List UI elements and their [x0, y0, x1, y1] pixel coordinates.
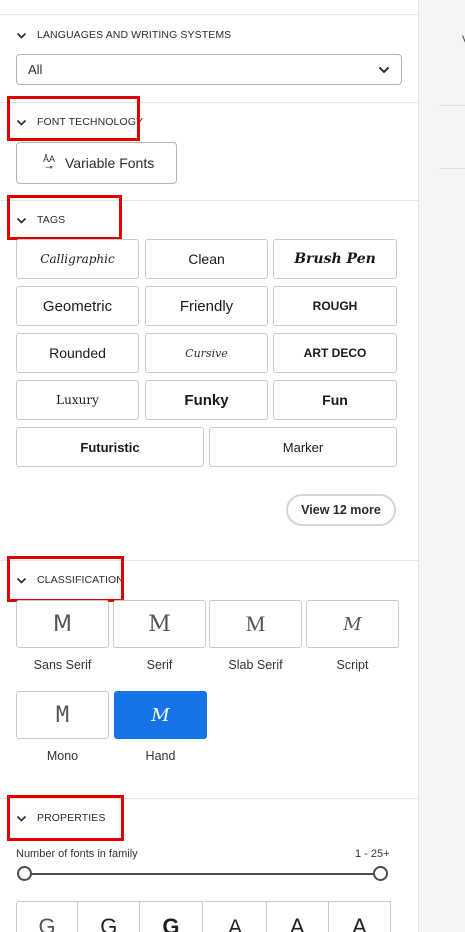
weight-option[interactable]: A: [204, 901, 267, 932]
variable-fonts-button[interactable]: ÅA ⊸ Variable Fonts: [16, 142, 177, 184]
classification-slab-serif[interactable]: M: [209, 600, 302, 648]
highlight-box: [7, 556, 124, 602]
chevron-down-icon: [378, 66, 390, 74]
highlight-box: [7, 195, 122, 240]
tag-luxury[interactable]: Luxury: [16, 380, 139, 420]
tag-geometric[interactable]: Geometric: [16, 286, 139, 326]
classification-label: Script: [336, 658, 369, 672]
tag-fun[interactable]: Fun: [273, 380, 397, 420]
weight-option[interactable]: A: [266, 901, 329, 932]
tag-clean[interactable]: Clean: [145, 239, 268, 279]
weight-option[interactable]: A: [328, 901, 392, 932]
tag-art-deco[interactable]: ART DECO: [273, 333, 397, 373]
classification-label: Hand: [145, 749, 176, 763]
tag-cursive[interactable]: Cursive: [145, 333, 268, 373]
classification-hand[interactable]: M: [114, 691, 207, 739]
tag-futuristic[interactable]: Futuristic: [16, 427, 204, 467]
divider: [439, 168, 465, 169]
classification-mono[interactable]: M: [16, 691, 109, 739]
highlight-box: [7, 96, 140, 141]
classification-label: Serif: [146, 658, 173, 672]
weight-option[interactable]: G: [140, 901, 203, 932]
classification-label: Mono: [46, 749, 79, 763]
fonts-in-family-label: Number of fonts in family: [16, 848, 138, 860]
highlight-box: [7, 795, 124, 841]
fonts-in-family-range: 1 - 25+: [355, 848, 390, 860]
languages-select[interactable]: All: [16, 54, 402, 85]
weight-options: G G G A A A: [16, 901, 392, 932]
classification-sans-serif[interactable]: M: [16, 600, 109, 648]
variable-font-icon: ÅA ⊸: [42, 154, 55, 172]
tag-rounded[interactable]: Rounded: [16, 333, 139, 373]
classification-label: Sans Serif: [33, 658, 92, 672]
classification-serif[interactable]: M: [113, 600, 206, 648]
languages-section-title: LANGUAGES AND WRITING SYSTEMS: [37, 29, 232, 41]
tag-marker[interactable]: Marker: [209, 427, 397, 467]
results-pane: V: [418, 0, 465, 932]
languages-section-header[interactable]: LANGUAGES AND WRITING SYSTEMS: [16, 27, 231, 43]
view-more-tags-button[interactable]: View 12 more: [286, 494, 396, 526]
divider: [439, 105, 465, 106]
tag-friendly[interactable]: Friendly: [145, 286, 268, 326]
classification-label: Slab Serif: [228, 658, 283, 672]
weight-option[interactable]: G: [78, 901, 141, 932]
weight-option[interactable]: G: [16, 901, 79, 932]
divider: [0, 14, 418, 15]
fonts-in-family-slider-track[interactable]: [24, 873, 381, 875]
tag-funky[interactable]: Funky: [145, 380, 268, 420]
tag-brush-pen[interactable]: Brush Pen: [273, 239, 397, 279]
classification-script[interactable]: M: [306, 600, 399, 648]
slider-min-handle[interactable]: [17, 866, 32, 881]
variable-fonts-label: Variable Fonts: [65, 155, 155, 171]
tag-rough[interactable]: ROUGH: [273, 286, 397, 326]
filter-panel: LANGUAGES AND WRITING SYSTEMS All FONT T…: [0, 0, 418, 932]
tag-calligraphic[interactable]: Calligraphic: [16, 239, 139, 279]
languages-select-value: All: [28, 62, 43, 77]
slider-max-handle[interactable]: [373, 866, 388, 881]
chevron-down-icon: [16, 32, 27, 39]
